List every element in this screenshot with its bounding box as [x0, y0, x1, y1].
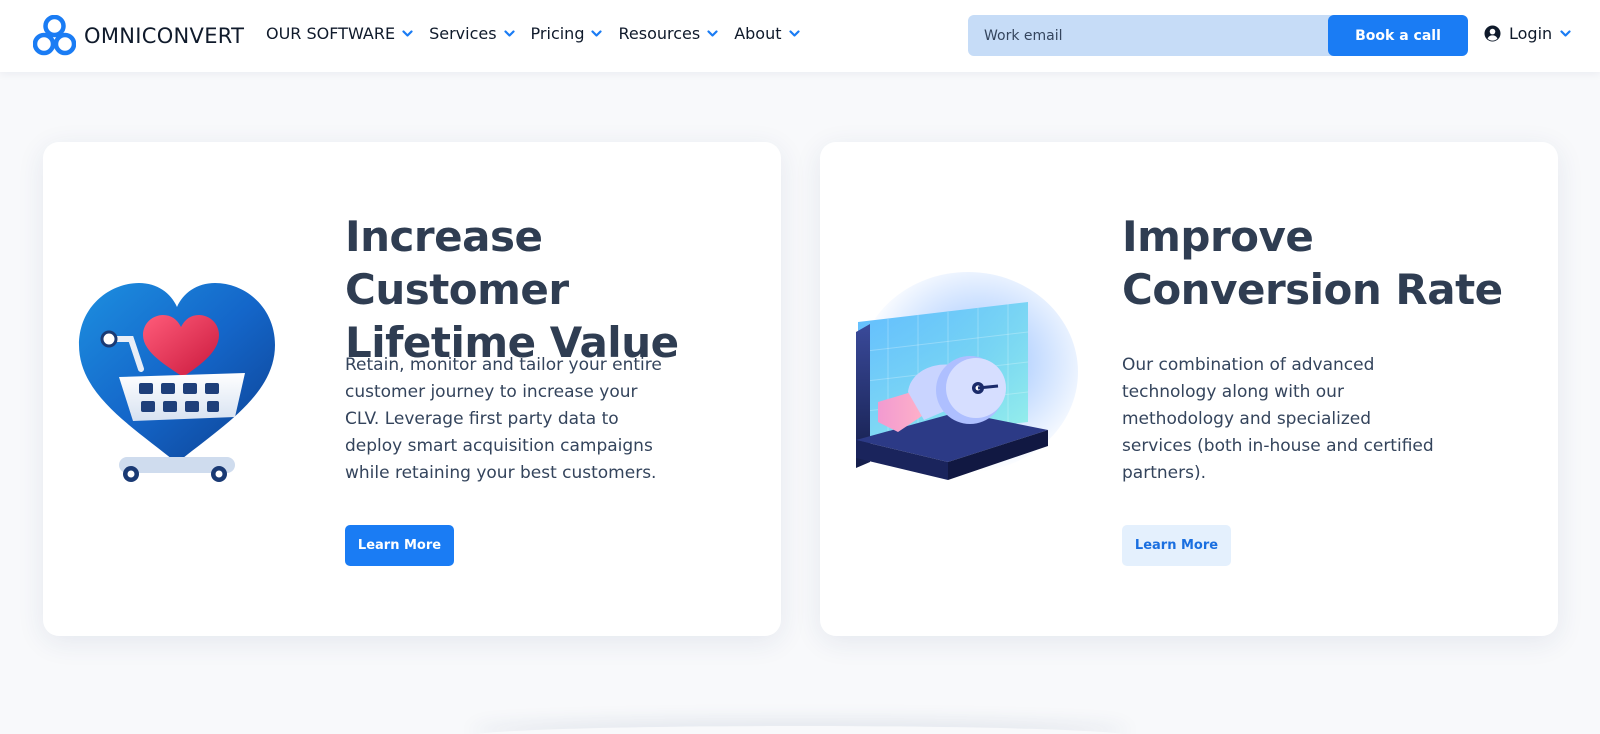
- nav-item-our-software[interactable]: OUR SOFTWARE: [266, 24, 413, 43]
- feature-card-clv: Increase Customer Lifetime Value Retain,…: [43, 142, 781, 636]
- brand-name: OMNICONVERT: [84, 24, 245, 48]
- brand-logo[interactable]: OMNICONVERT: [33, 15, 244, 57]
- feature-card-conversion: Improve Conversion Rate Our combination …: [820, 142, 1558, 636]
- nav-item-pricing[interactable]: Pricing: [531, 24, 603, 43]
- user-circle-icon: [1484, 25, 1501, 42]
- login-label: Login: [1509, 24, 1553, 43]
- card-description: Retain, monitor and tailor your entire c…: [345, 355, 662, 483]
- nav-item-resources[interactable]: Resources: [618, 24, 718, 43]
- chevron-down-icon: [1560, 29, 1571, 37]
- chevron-down-icon: [788, 29, 800, 37]
- nav-item-label: About: [734, 24, 782, 43]
- nav-item-label: Services: [429, 24, 497, 43]
- card-description: Our combination of advanced technology a…: [1122, 355, 1434, 483]
- card-title: Increase Customer Lifetime Value: [345, 212, 679, 367]
- heart-cart-icon: [79, 283, 275, 482]
- login-button[interactable]: Login: [1484, 24, 1571, 43]
- chevron-down-icon: [591, 29, 603, 37]
- nav-item-services[interactable]: Services: [429, 24, 515, 43]
- book-a-call-button[interactable]: Book a call: [1328, 15, 1468, 56]
- nav-item-about[interactable]: About: [734, 24, 800, 43]
- main-nav: OUR SOFTWARE Services Pricing Resources …: [266, 24, 816, 43]
- learn-more-button[interactable]: Learn More: [345, 525, 454, 566]
- chevron-down-icon: [707, 29, 718, 37]
- chevron-down-icon: [503, 29, 515, 37]
- nav-item-label: OUR SOFTWARE: [266, 24, 396, 43]
- site-header: OMNICONVERT OUR SOFTWARE Services Pricin…: [0, 0, 1600, 72]
- omniconvert-logo-icon: [33, 15, 76, 56]
- chevron-down-icon: [402, 29, 413, 37]
- nav-item-label: Pricing: [530, 24, 585, 43]
- conversion-machine-icon: [856, 272, 1078, 480]
- card-title: Improve Conversion Rate: [1122, 212, 1503, 314]
- work-email-input[interactable]: [968, 15, 1368, 56]
- next-section-edge: [470, 726, 1130, 734]
- nav-item-label: Resources: [618, 24, 701, 43]
- work-email-field: [968, 15, 1368, 56]
- learn-more-button[interactable]: Learn More: [1122, 525, 1231, 566]
